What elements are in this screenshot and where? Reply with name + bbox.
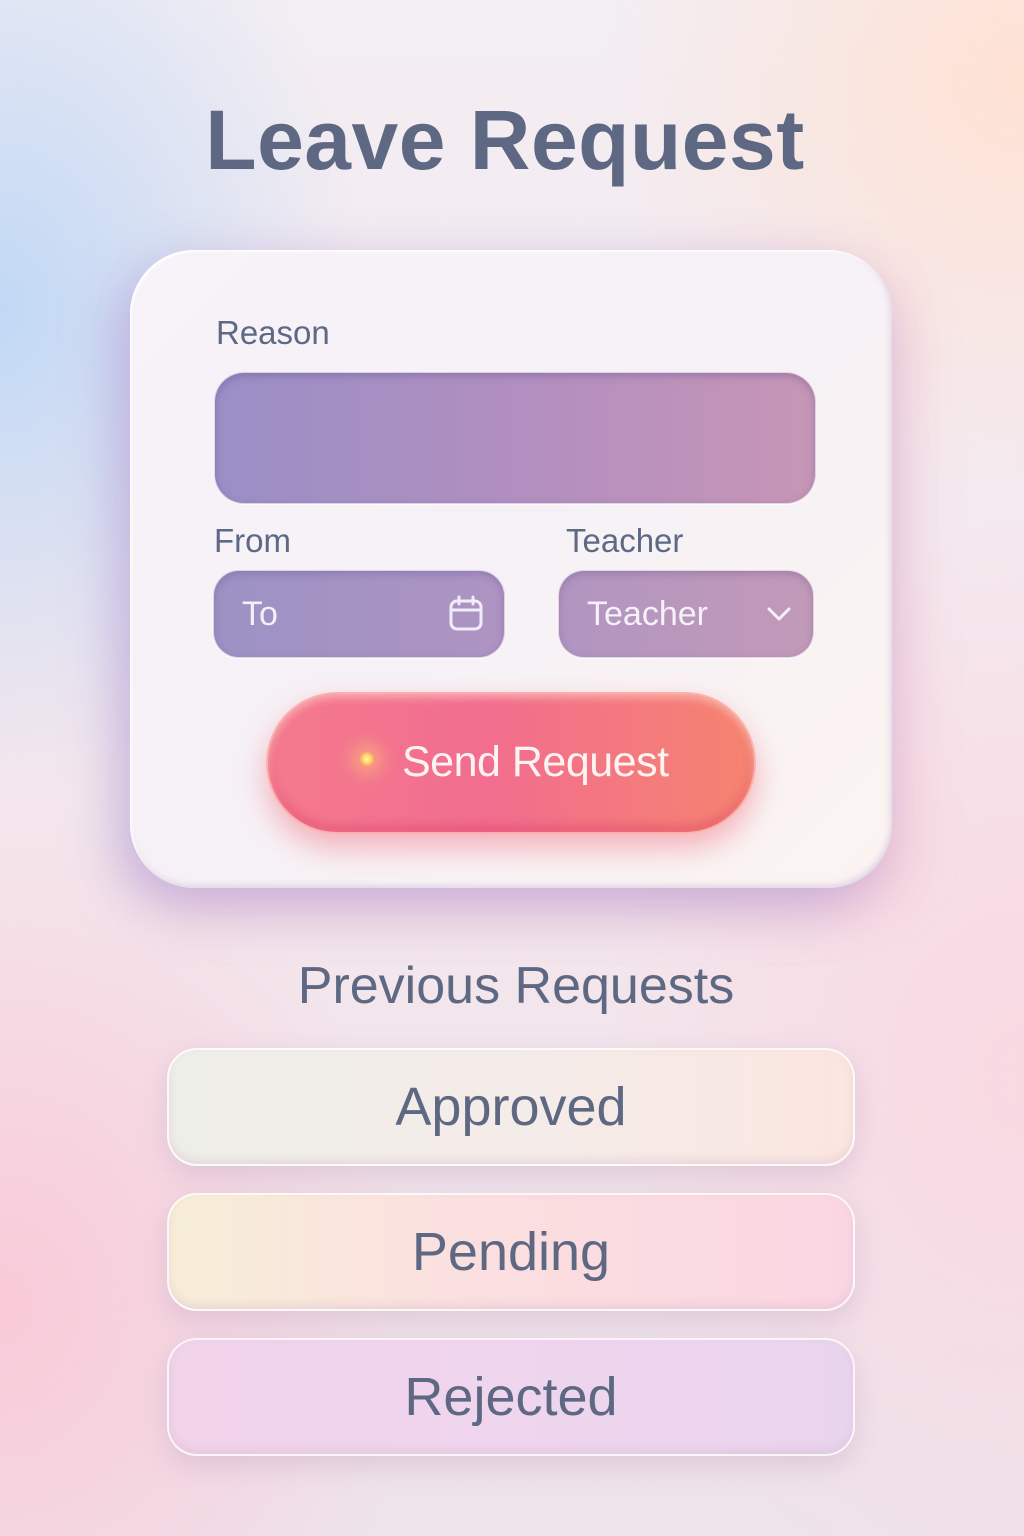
from-label: From (214, 522, 291, 559)
request-status-label: Approved (395, 1077, 627, 1137)
send-request-label: Send Request (402, 738, 669, 786)
reason-label: Reason (216, 314, 330, 351)
request-item-pending[interactable]: Pending (167, 1193, 855, 1311)
previous-requests-heading: Previous Requests (297, 957, 735, 1015)
chevron-down-icon[interactable] (765, 603, 793, 625)
send-request-button[interactable]: Send Request (266, 692, 756, 834)
request-item-approved[interactable]: Approved (167, 1048, 855, 1166)
request-status-label: Rejected (404, 1367, 618, 1427)
request-status-label: Pending (411, 1222, 611, 1282)
date-range-input[interactable]: To (213, 570, 505, 658)
date-input-value: To (242, 595, 278, 633)
leave-form-card: Reason From To Teacher Teacher Send Requ… (130, 250, 892, 888)
button-glow-dot (360, 752, 374, 766)
page-title: Leave Request (205, 93, 805, 187)
teacher-label: Teacher (566, 522, 684, 559)
calendar-icon[interactable] (448, 595, 484, 633)
reason-input[interactable] (214, 372, 816, 504)
teacher-select-value: Teacher (587, 595, 708, 633)
teacher-select[interactable]: Teacher (558, 570, 814, 658)
request-item-rejected[interactable]: Rejected (167, 1338, 855, 1456)
